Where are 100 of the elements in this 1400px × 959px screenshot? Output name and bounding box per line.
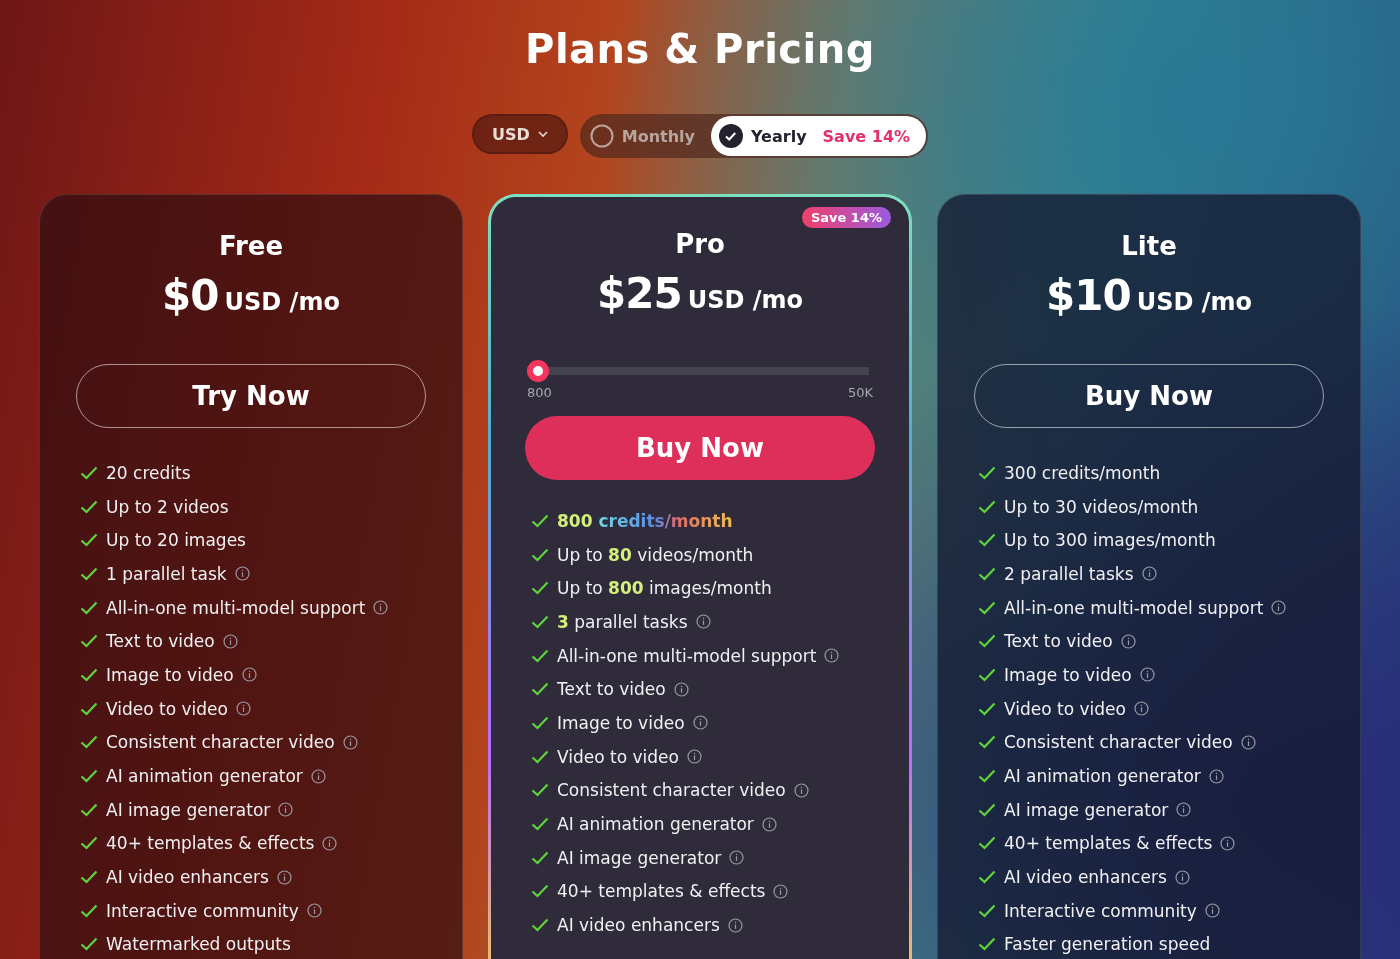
feature-text: Video to video [1004, 698, 1126, 719]
info-icon[interactable] [276, 869, 292, 885]
check-icon [80, 769, 98, 784]
info-icon[interactable] [235, 701, 251, 717]
feature-text: Faster generation speed [1004, 934, 1211, 955]
info-icon[interactable] [234, 566, 250, 582]
info-icon[interactable] [1174, 869, 1190, 885]
billing-option[interactable]: Yearly Save 14% [711, 116, 927, 156]
feature-text: 40+ templates & effects [557, 881, 766, 902]
billing-option[interactable]: Monthly [581, 116, 711, 156]
check-icon [978, 701, 996, 716]
check-icon [978, 634, 996, 649]
check-icon [80, 465, 98, 480]
info-icon[interactable] [278, 802, 294, 818]
info-icon[interactable] [793, 782, 809, 798]
feature-text: AI animation generator [106, 766, 303, 787]
check-icon [978, 836, 996, 851]
info-icon[interactable] [727, 917, 743, 933]
currency-dropdown[interactable]: USD [471, 114, 568, 154]
feature-text: Up to 300 images/month [1004, 530, 1216, 551]
feature-text: AI video enhancers [106, 867, 269, 888]
check-icon [531, 918, 549, 933]
info-icon[interactable] [695, 614, 711, 630]
info-icon[interactable] [1133, 701, 1149, 717]
info-icon[interactable] [373, 600, 389, 616]
info-icon[interactable] [222, 633, 238, 649]
info-icon[interactable] [342, 734, 358, 750]
info-icon[interactable] [729, 850, 745, 866]
feature-text: Interactive community [106, 900, 299, 921]
feature-text: AI video enhancers [1004, 867, 1167, 888]
info-icon[interactable] [310, 768, 326, 784]
check-icon [531, 648, 549, 663]
feature-text: Up to 800 images/month [557, 578, 772, 599]
feature-text: 40+ templates & effects [106, 833, 315, 854]
check-icon [80, 499, 98, 514]
feature-text: AI image generator [557, 847, 722, 868]
check-icon [978, 735, 996, 750]
info-icon[interactable] [1204, 903, 1220, 919]
feature-text: Image to video [557, 712, 685, 733]
plan-price: $25 [597, 269, 682, 318]
slider-max-label: 50K [847, 385, 873, 400]
feature-text: Up to 30 videos/month [1004, 496, 1199, 517]
slider-handle[interactable] [527, 360, 549, 382]
feature-text: Image to video [1004, 664, 1132, 685]
info-icon[interactable] [1120, 633, 1136, 649]
info-icon[interactable] [1208, 768, 1224, 784]
discount-badge: Save 14% [801, 207, 891, 228]
info-icon[interactable] [761, 816, 777, 832]
check-icon [531, 682, 549, 697]
check-icon [978, 667, 996, 682]
info-icon[interactable] [241, 667, 257, 683]
info-icon[interactable] [1240, 734, 1256, 750]
plan-price: $0 [162, 271, 219, 320]
check-icon [531, 547, 549, 562]
feature-text: Interactive community [1004, 900, 1197, 921]
feature-text: Text to video [106, 631, 215, 652]
caret-icon [537, 130, 548, 138]
feature-text: 1 parallel task [106, 563, 227, 584]
info-icon[interactable] [322, 835, 338, 851]
check-icon [80, 802, 98, 817]
plan-name: Lite [1121, 231, 1177, 261]
info-icon[interactable] [686, 749, 702, 765]
info-icon[interactable] [1271, 600, 1287, 616]
check-icon [531, 783, 549, 798]
info-icon[interactable] [1139, 667, 1155, 683]
check-icon [978, 499, 996, 514]
info-icon[interactable] [1141, 566, 1157, 582]
feature-text: AI animation generator [557, 814, 754, 835]
feature-text: Text to video [1004, 631, 1113, 652]
info-icon[interactable] [773, 883, 789, 899]
feature-text: All-in-one multi-model support [106, 597, 366, 618]
feature-text: Up to 2 videos [106, 496, 229, 517]
slider-min-label: 800 [527, 385, 552, 400]
check-icon [80, 701, 98, 716]
price-unit: USD /mo [687, 286, 803, 314]
check-icon [531, 715, 549, 730]
check-icon [531, 884, 549, 899]
feature-text: 2 parallel tasks [1004, 563, 1134, 584]
check-icon [80, 836, 98, 851]
plan-name: Pro [675, 229, 725, 259]
price-unit: USD /mo [1136, 288, 1252, 316]
info-icon[interactable] [692, 715, 708, 731]
check-icon [531, 817, 549, 832]
check-icon [80, 566, 98, 581]
plan-name: Free [218, 231, 284, 261]
feature-text: 40+ templates & effects [1004, 833, 1213, 854]
feature-text: All-in-one multi-model support [1004, 597, 1264, 618]
check-icon [978, 802, 996, 817]
info-icon[interactable] [824, 648, 840, 664]
feature-text: 3 parallel tasks [557, 611, 688, 632]
check-icon [531, 850, 549, 865]
check-icon [978, 870, 996, 885]
info-icon[interactable] [306, 903, 322, 919]
check-icon [978, 937, 996, 952]
feature-text: 20 credits [106, 462, 191, 483]
radio-icon [589, 124, 614, 148]
info-icon[interactable] [1220, 835, 1236, 851]
buy-now-button[interactable]: Buy Now [525, 416, 875, 480]
info-icon[interactable] [1176, 802, 1192, 818]
info-icon[interactable] [673, 681, 689, 697]
